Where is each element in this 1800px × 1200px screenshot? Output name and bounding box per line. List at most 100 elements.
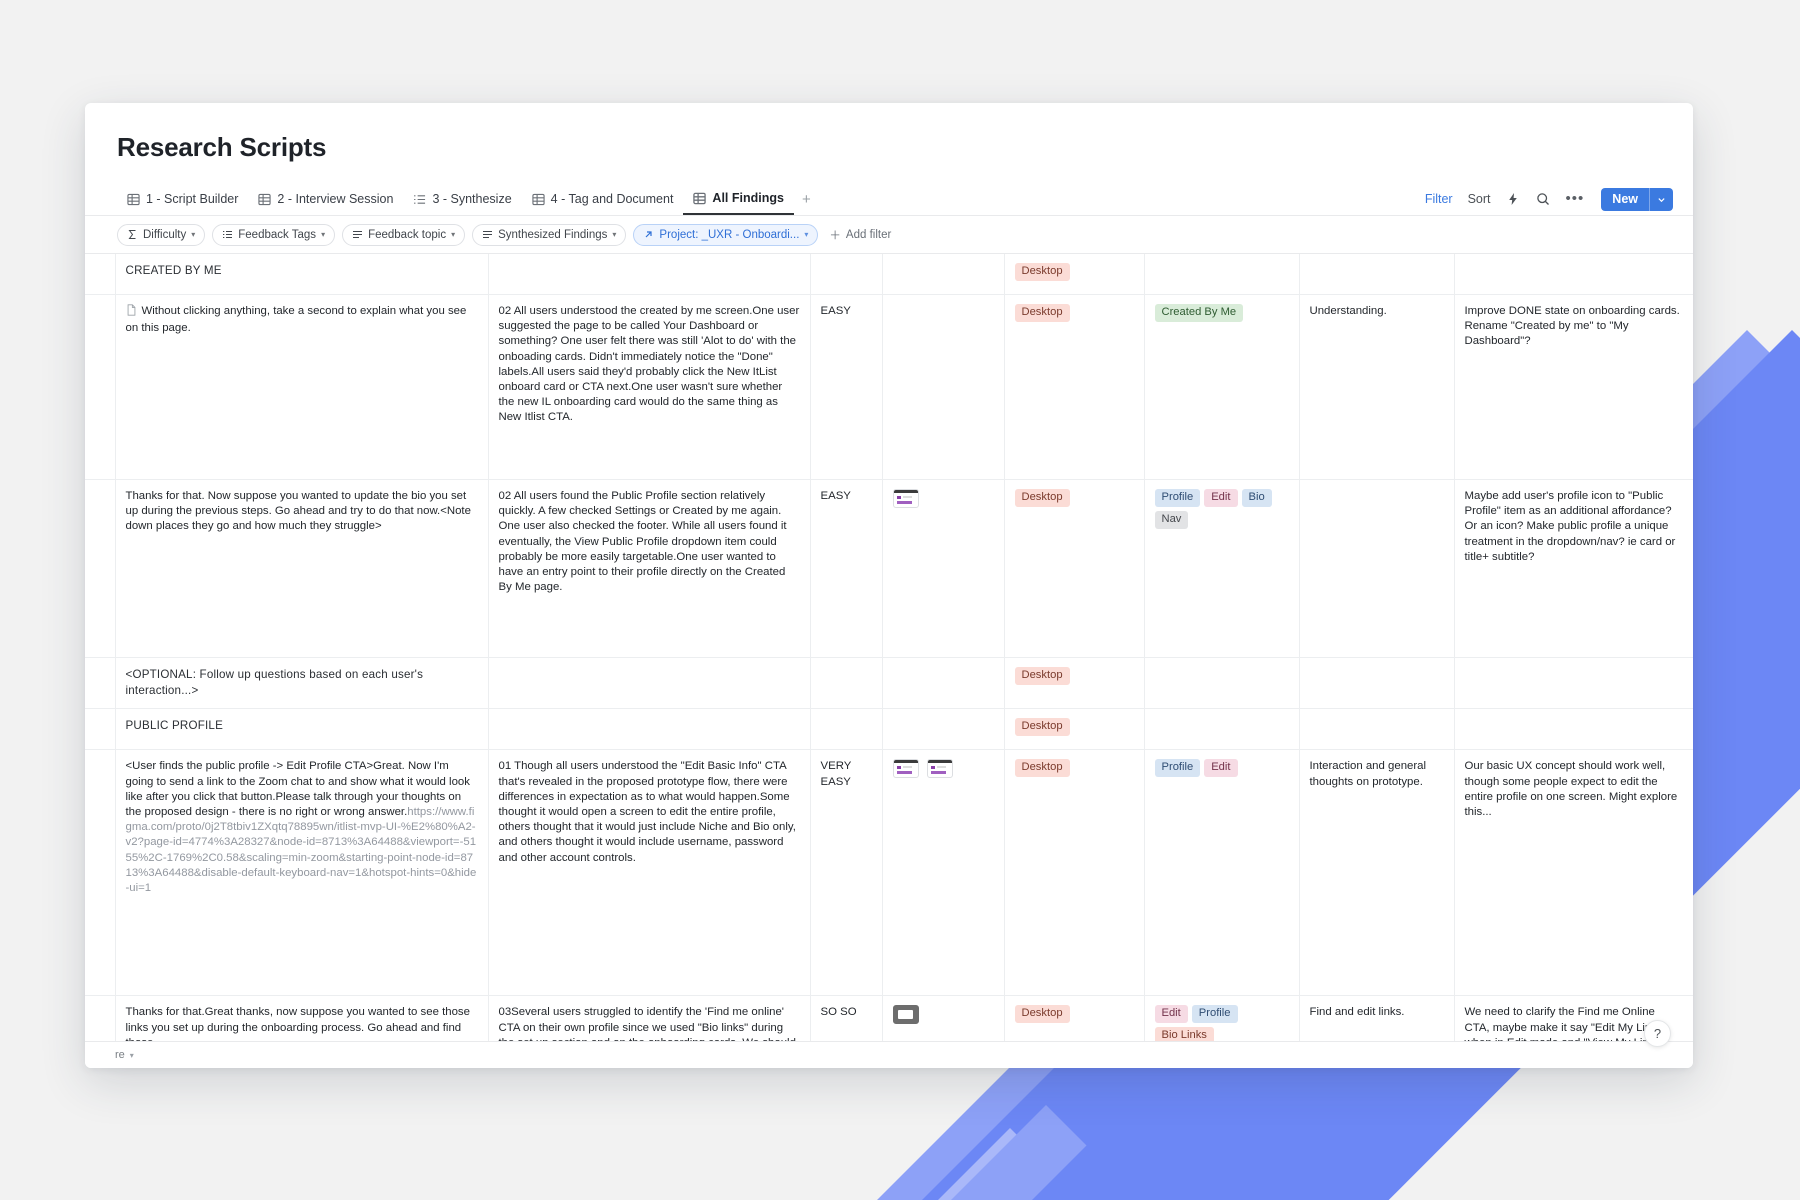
notes-text: Our basic UX concept should work well, t…	[1464, 760, 1678, 819]
ellipsis-icon[interactable]: •••	[1566, 191, 1585, 206]
topic-text: Interaction and general thoughts on prot…	[1309, 760, 1427, 788]
chevron-down-icon[interactable]	[1649, 187, 1673, 211]
cell-topic[interactable]: Interaction and general thoughts on prot…	[1299, 749, 1455, 997]
cell-notes[interactable]: Improve DONE state on onboarding cards. …	[1454, 294, 1693, 480]
new-button[interactable]: New	[1601, 187, 1673, 211]
cell-tags[interactable]	[1144, 708, 1300, 751]
row-handle[interactable]	[85, 708, 116, 751]
cell-topic[interactable]	[1299, 708, 1455, 751]
cell-script[interactable]: Thanks for that. Now suppose you wanted …	[115, 479, 489, 658]
cell-findings[interactable]	[488, 657, 811, 710]
filter-button[interactable]: Filter	[1425, 192, 1453, 206]
cell-findings[interactable]: 02 All users understood the created by m…	[488, 294, 811, 480]
cell-findings[interactable]: 02 All users found the Public Profile se…	[488, 479, 811, 658]
section-label: PUBLIC PROFILE	[125, 719, 224, 733]
cell-attachments[interactable]	[882, 657, 1005, 710]
table-row[interactable]: <User finds the public profile -> Edit P…	[85, 749, 1693, 997]
cell-attachments[interactable]	[882, 749, 1005, 997]
tab-all-findings[interactable]: All Findings	[683, 183, 794, 215]
cell-difficulty[interactable]	[810, 254, 883, 295]
cell-notes[interactable]: Our basic UX concept should work well, t…	[1454, 749, 1693, 997]
table-section-row[interactable]: CREATED BY ME Desktop	[85, 254, 1693, 295]
attachment-thumbnail[interactable]	[892, 489, 919, 508]
row-handle[interactable]	[85, 657, 116, 710]
row-handle[interactable]	[85, 749, 116, 997]
help-button[interactable]: ?	[1644, 1020, 1671, 1047]
filter-chip-project[interactable]: Project: _UXR - Onboardi... ▾	[633, 223, 819, 246]
cell-findings[interactable]: 01 Though all users understood the "Edit…	[488, 749, 811, 997]
cell-script[interactable]: CREATED BY ME	[115, 254, 489, 295]
table-section-row[interactable]: PUBLIC PROFILE Desktop	[85, 708, 1693, 751]
tab-interview-session[interactable]: 2 - Interview Session	[248, 183, 403, 215]
cell-tags[interactable]: Profile Edit Bio Nav	[1144, 479, 1300, 658]
cell-difficulty[interactable]: VERY EASY	[810, 749, 883, 997]
table-row[interactable]: Thanks for that. Now suppose you wanted …	[85, 479, 1693, 658]
cell-tags[interactable]	[1144, 657, 1300, 710]
cell-findings[interactable]	[488, 708, 811, 751]
filter-chip-label: Difficulty	[143, 228, 187, 241]
attachment-thumbnail[interactable]	[926, 759, 953, 779]
cell-script[interactable]: PUBLIC PROFILE	[115, 708, 489, 751]
cell-notes[interactable]	[1454, 254, 1693, 295]
section-label: <OPTIONAL: Follow up questions based on …	[125, 668, 424, 698]
tab-tag-and-document[interactable]: 4 - Tag and Document	[522, 183, 684, 215]
filter-chip-synthesized-findings[interactable]: Synthesized Findings ▾	[472, 223, 627, 246]
script-url[interactable]: https://www.figma.com/proto/0j2T8tbiv1ZX…	[126, 806, 477, 894]
row-handle[interactable]	[85, 479, 116, 658]
row-handle[interactable]	[85, 294, 116, 480]
cell-device[interactable]: Desktop	[1004, 749, 1145, 997]
cell-device[interactable]: Desktop	[1004, 657, 1145, 710]
cell-findings[interactable]	[488, 254, 811, 295]
cell-attachments[interactable]	[882, 479, 1005, 658]
tab-script-builder[interactable]: 1 - Script Builder	[117, 183, 248, 215]
cell-device[interactable]: Desktop	[1004, 708, 1145, 751]
grid-icon	[258, 193, 272, 206]
cell-difficulty[interactable]	[810, 708, 883, 751]
cell-script[interactable]: <OPTIONAL: Follow up questions based on …	[115, 657, 489, 710]
cell-difficulty[interactable]	[810, 657, 883, 710]
device-badge: Desktop	[1014, 304, 1070, 322]
tab-label: 2 - Interview Session	[277, 192, 394, 206]
table-section-row[interactable]: <OPTIONAL: Follow up questions based on …	[85, 657, 1693, 710]
cell-tags[interactable]	[1144, 254, 1300, 295]
sigma-icon	[127, 229, 138, 240]
tab-label: 4 - Tag and Document	[550, 192, 674, 206]
records-grid[interactable]: CREATED BY ME Desktop Without clicking any…	[85, 254, 1693, 1068]
cell-attachments[interactable]	[882, 294, 1005, 480]
add-tab-button[interactable]: +	[794, 183, 819, 215]
filter-chip-difficulty[interactable]: Difficulty ▾	[117, 223, 206, 246]
cell-script[interactable]: <User finds the public profile -> Edit P…	[115, 749, 489, 997]
filter-chip-feedback-topic[interactable]: Feedback topic ▾	[342, 223, 466, 246]
filter-chip-feedback-tags[interactable]: Feedback Tags ▾	[212, 223, 336, 246]
attachment-thumbnail[interactable]	[892, 759, 919, 779]
tab-synthesize[interactable]: 3 - Synthesize	[403, 183, 521, 215]
cell-attachments[interactable]	[882, 708, 1005, 751]
table-row[interactable]: Without clicking anything, take a second…	[85, 294, 1693, 480]
cell-notes[interactable]	[1454, 708, 1693, 751]
cell-topic[interactable]	[1299, 254, 1455, 295]
lightning-icon[interactable]	[1506, 192, 1521, 207]
cell-topic[interactable]	[1299, 657, 1455, 710]
bottom-bar-label[interactable]: re	[115, 1049, 125, 1061]
chevron-down-icon[interactable]: ▾	[130, 1051, 134, 1060]
cell-tags[interactable]: Created By Me	[1144, 294, 1300, 480]
cell-device[interactable]: Desktop	[1004, 294, 1145, 480]
add-filter-button[interactable]: ＋ Add filter	[829, 227, 891, 243]
search-icon[interactable]	[1536, 192, 1551, 207]
cell-topic[interactable]: Understanding.	[1299, 294, 1455, 480]
cell-difficulty[interactable]: EASY	[810, 294, 883, 480]
cell-device[interactable]: Desktop	[1004, 254, 1145, 295]
chevron-down-icon: ▾	[321, 230, 326, 239]
sort-button[interactable]: Sort	[1468, 192, 1491, 206]
cell-device[interactable]: Desktop	[1004, 479, 1145, 658]
row-handle[interactable]	[85, 254, 116, 295]
cell-tags[interactable]: Profile Edit	[1144, 749, 1300, 997]
cell-topic[interactable]	[1299, 479, 1455, 658]
cell-difficulty[interactable]: EASY	[810, 479, 883, 658]
attachment-thumbnail[interactable]	[892, 1005, 919, 1025]
cell-notes[interactable]: Maybe add user's profile icon to "Public…	[1454, 479, 1693, 658]
cell-notes[interactable]	[1454, 657, 1693, 710]
cell-attachments[interactable]	[882, 254, 1005, 295]
filter-chip-label: Feedback topic	[368, 228, 447, 241]
cell-script[interactable]: Without clicking anything, take a second…	[115, 294, 489, 480]
